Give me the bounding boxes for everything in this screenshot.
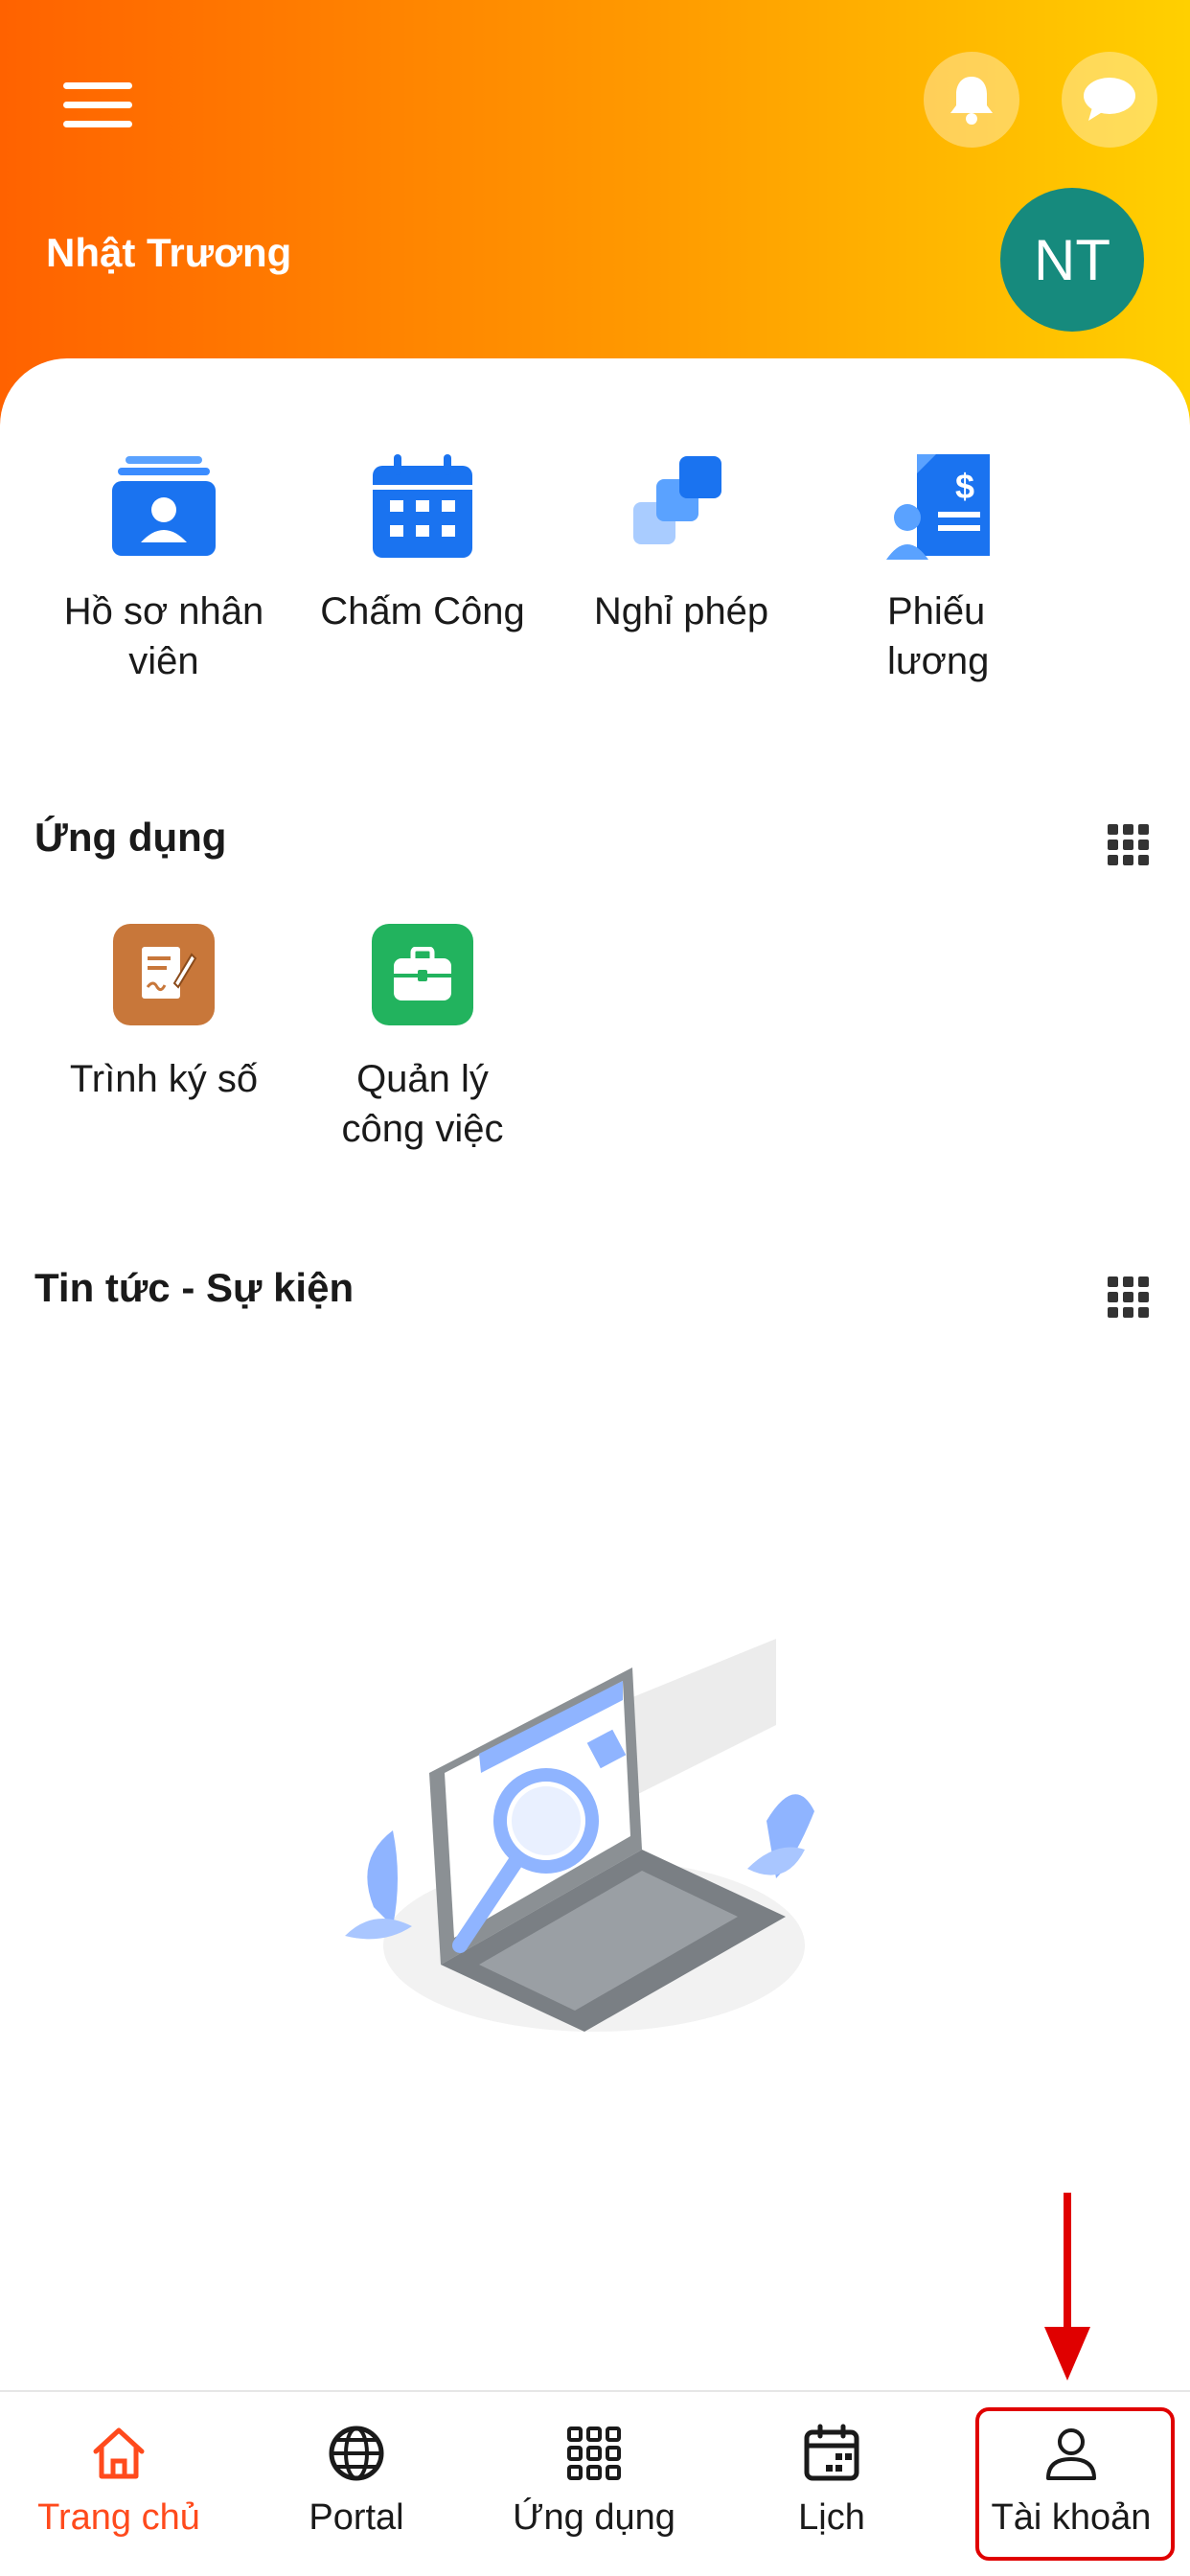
- app-item-digital-sign[interactable]: Trình ký số: [34, 924, 293, 1104]
- nav-item-home[interactable]: Trang chủ: [0, 2392, 238, 2576]
- employee-profile-icon: [112, 456, 216, 556]
- app-item-label: Trình ký số: [69, 1058, 259, 1100]
- main-content: Hồ sơ nhân viên Chấm Công Nghỉ phép $ Ph…: [0, 358, 1190, 2390]
- leave-icon: [633, 456, 721, 544]
- chat-button[interactable]: [1062, 52, 1157, 148]
- menu-icon[interactable]: [63, 82, 144, 128]
- quick-item-timekeeping[interactable]: Chấm Công: [293, 448, 552, 636]
- news-grid-icon[interactable]: [1108, 1276, 1150, 1319]
- apps-grid-icon[interactable]: [1108, 824, 1150, 866]
- quick-item-employee-profile[interactable]: Hồ sơ nhân viên: [34, 448, 293, 686]
- nav-item-apps[interactable]: Ứng dụng: [475, 2392, 713, 2576]
- svg-text:$: $: [955, 467, 974, 506]
- notification-button[interactable]: [924, 52, 1019, 148]
- quick-item-payslip[interactable]: $ Phiếu lương: [811, 448, 1069, 686]
- app-item-task-management[interactable]: Quản lý công việc: [293, 924, 552, 1154]
- empty-state-illustration: [345, 1639, 814, 2032]
- chat-icon: [1084, 78, 1135, 121]
- quick-item-label: Phiếu lương: [887, 590, 990, 682]
- briefcase-icon: [372, 924, 473, 1025]
- avatar[interactable]: NT: [1000, 188, 1144, 332]
- bell-icon: [950, 77, 993, 125]
- nav-item-calendar[interactable]: Lịch: [713, 2392, 950, 2576]
- quick-item-label: Nghỉ phép: [593, 590, 769, 632]
- annotation-arrow-icon: [1044, 2193, 1090, 2380]
- apps-section-title: Ứng dụng: [34, 815, 227, 860]
- calendar-icon: [373, 454, 472, 558]
- quick-item-label: Chấm Công: [320, 590, 525, 632]
- user-name: Nhật Trương: [46, 230, 292, 275]
- calendar-icon: [804, 2424, 859, 2481]
- nav-item-portal[interactable]: Portal: [238, 2392, 475, 2576]
- apps-grid-icon: [567, 2426, 621, 2480]
- globe-icon: [329, 2426, 384, 2481]
- nav-item-label: Portal: [309, 2497, 404, 2538]
- quick-item-label: Hồ sơ nhân viên: [63, 590, 264, 682]
- quick-item-leave[interactable]: Nghỉ phép: [552, 448, 811, 636]
- app-item-label: Quản lý công việc: [341, 1058, 504, 1150]
- news-section-title: Tin tức - Sự kiện: [34, 1265, 355, 1310]
- nav-item-label: Trang chủ: [37, 2497, 200, 2538]
- nav-item-label: Lịch: [798, 2497, 865, 2538]
- home-icon: [93, 2427, 145, 2479]
- digital-sign-icon: [113, 924, 215, 1025]
- payslip-icon: $: [886, 454, 990, 560]
- nav-item-label: Ứng dụng: [513, 2497, 675, 2538]
- annotation-highlight-box: [975, 2407, 1175, 2561]
